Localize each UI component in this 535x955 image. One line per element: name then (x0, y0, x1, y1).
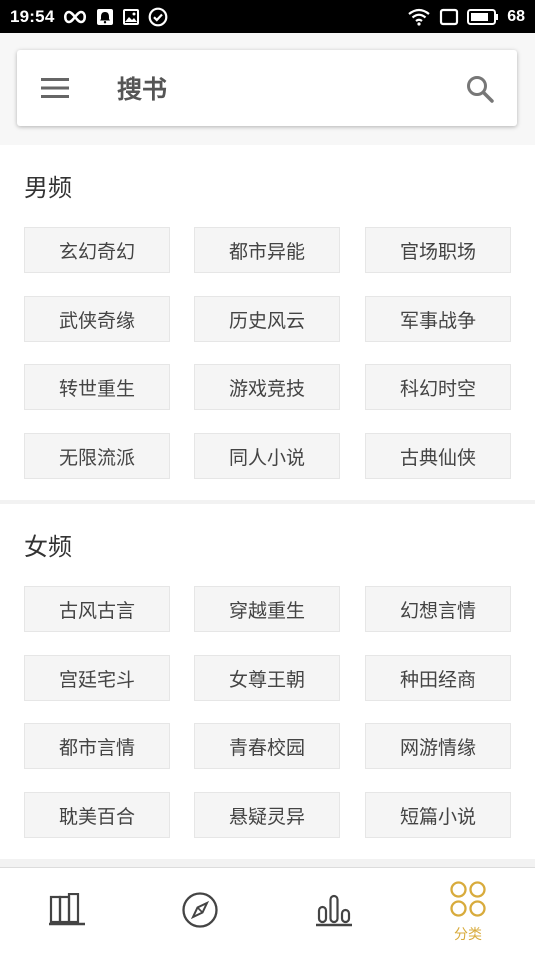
category-icon (449, 880, 487, 922)
category-content: 男频 玄幻奇幻 都市异能 官场职场武侠奇缘 历史风云 军事战争转世重生 游戏竞技 科幻时空无… (0, 145, 535, 867)
female-category-tag-6[interactable]: 都市言情 (24, 723, 170, 769)
search-icon[interactable] (465, 74, 495, 104)
status-left: 19:54 (10, 7, 168, 27)
nav-item-discover[interactable] (140, 868, 260, 955)
male-category-tag-6[interactable]: 转世重生 (24, 364, 170, 410)
infinity-icon (62, 9, 88, 25)
search-title[interactable]: 搜书 (117, 70, 167, 106)
male-section: 男频 玄幻奇幻 都市异能 官场职场武侠奇缘 历史风云 军事战争转世重生 游戏竞技 科幻时空无… (0, 145, 535, 500)
female-category-tag-8[interactable]: 网游情缘 (365, 723, 511, 769)
female-category-tag-7[interactable]: 青春校园 (194, 723, 340, 769)
male-category-tag-2[interactable]: 官场职场 (365, 227, 511, 273)
status-bar: 19:54 68 (0, 0, 535, 33)
notification-icon (96, 8, 114, 26)
female-category-tag-5[interactable]: 种田经商 (365, 655, 511, 701)
male-category-tag-9[interactable]: 无限流派 (24, 433, 170, 479)
female-category-tag-2[interactable]: 幻想言情 (365, 586, 511, 632)
male-category-tag-7[interactable]: 游戏竞技 (194, 364, 340, 410)
screen-icon (439, 8, 459, 26)
male-category-tag-4[interactable]: 历史风云 (194, 296, 340, 342)
section-title-female: 女频 (24, 533, 72, 561)
male-category-tag-0[interactable]: 玄幻奇幻 (24, 227, 170, 273)
menu-icon[interactable] (41, 77, 69, 99)
male-category-tag-3[interactable]: 武侠奇缘 (24, 296, 170, 342)
nav-item-bookshelf[interactable] (7, 868, 127, 955)
image-icon (122, 8, 140, 26)
battery-icon (467, 8, 499, 26)
male-category-tag-10[interactable]: 同人小说 (194, 433, 340, 479)
female-category-tag-0[interactable]: 古风古言 (24, 586, 170, 632)
nav-label-category: 分类 (454, 927, 482, 943)
female-category-tag-4[interactable]: 女尊王朝 (194, 655, 340, 701)
female-category-tag-1[interactable]: 穿越重生 (194, 586, 340, 632)
search-area: 搜书 (0, 33, 535, 145)
female-category-tag-3[interactable]: 宫廷宅斗 (24, 655, 170, 701)
ranking-icon (315, 893, 353, 931)
bottom-nav: 分类 (0, 867, 535, 955)
bookshelf-icon (48, 892, 86, 931)
status-right: 68 (407, 8, 525, 26)
battery-level: 68 (507, 7, 525, 25)
section-title-male: 男频 (24, 174, 72, 202)
male-category-tag-11[interactable]: 古典仙侠 (365, 433, 511, 479)
nav-item-ranking[interactable] (274, 868, 394, 955)
status-time: 19:54 (10, 6, 55, 26)
female-category-tag-9[interactable]: 耽美百合 (24, 792, 170, 838)
check-circle-icon (148, 7, 168, 27)
compass-icon (181, 891, 219, 933)
search-bar[interactable]: 搜书 (17, 50, 517, 126)
male-category-tag-5[interactable]: 军事战争 (365, 296, 511, 342)
female-category-tag-11[interactable]: 短篇小说 (365, 792, 511, 838)
wifi-icon (407, 8, 431, 26)
female-section: 女频 古风古言 穿越重生 幻想言情宫廷宅斗 女尊王朝 种田经商都市言情 青春校园 网游情缘耽… (0, 504, 535, 859)
male-category-tag-8[interactable]: 科幻时空 (365, 364, 511, 410)
female-category-tag-10[interactable]: 悬疑灵异 (194, 792, 340, 838)
nav-item-category[interactable]: 分类 (408, 868, 528, 955)
male-category-tag-1[interactable]: 都市异能 (194, 227, 340, 273)
